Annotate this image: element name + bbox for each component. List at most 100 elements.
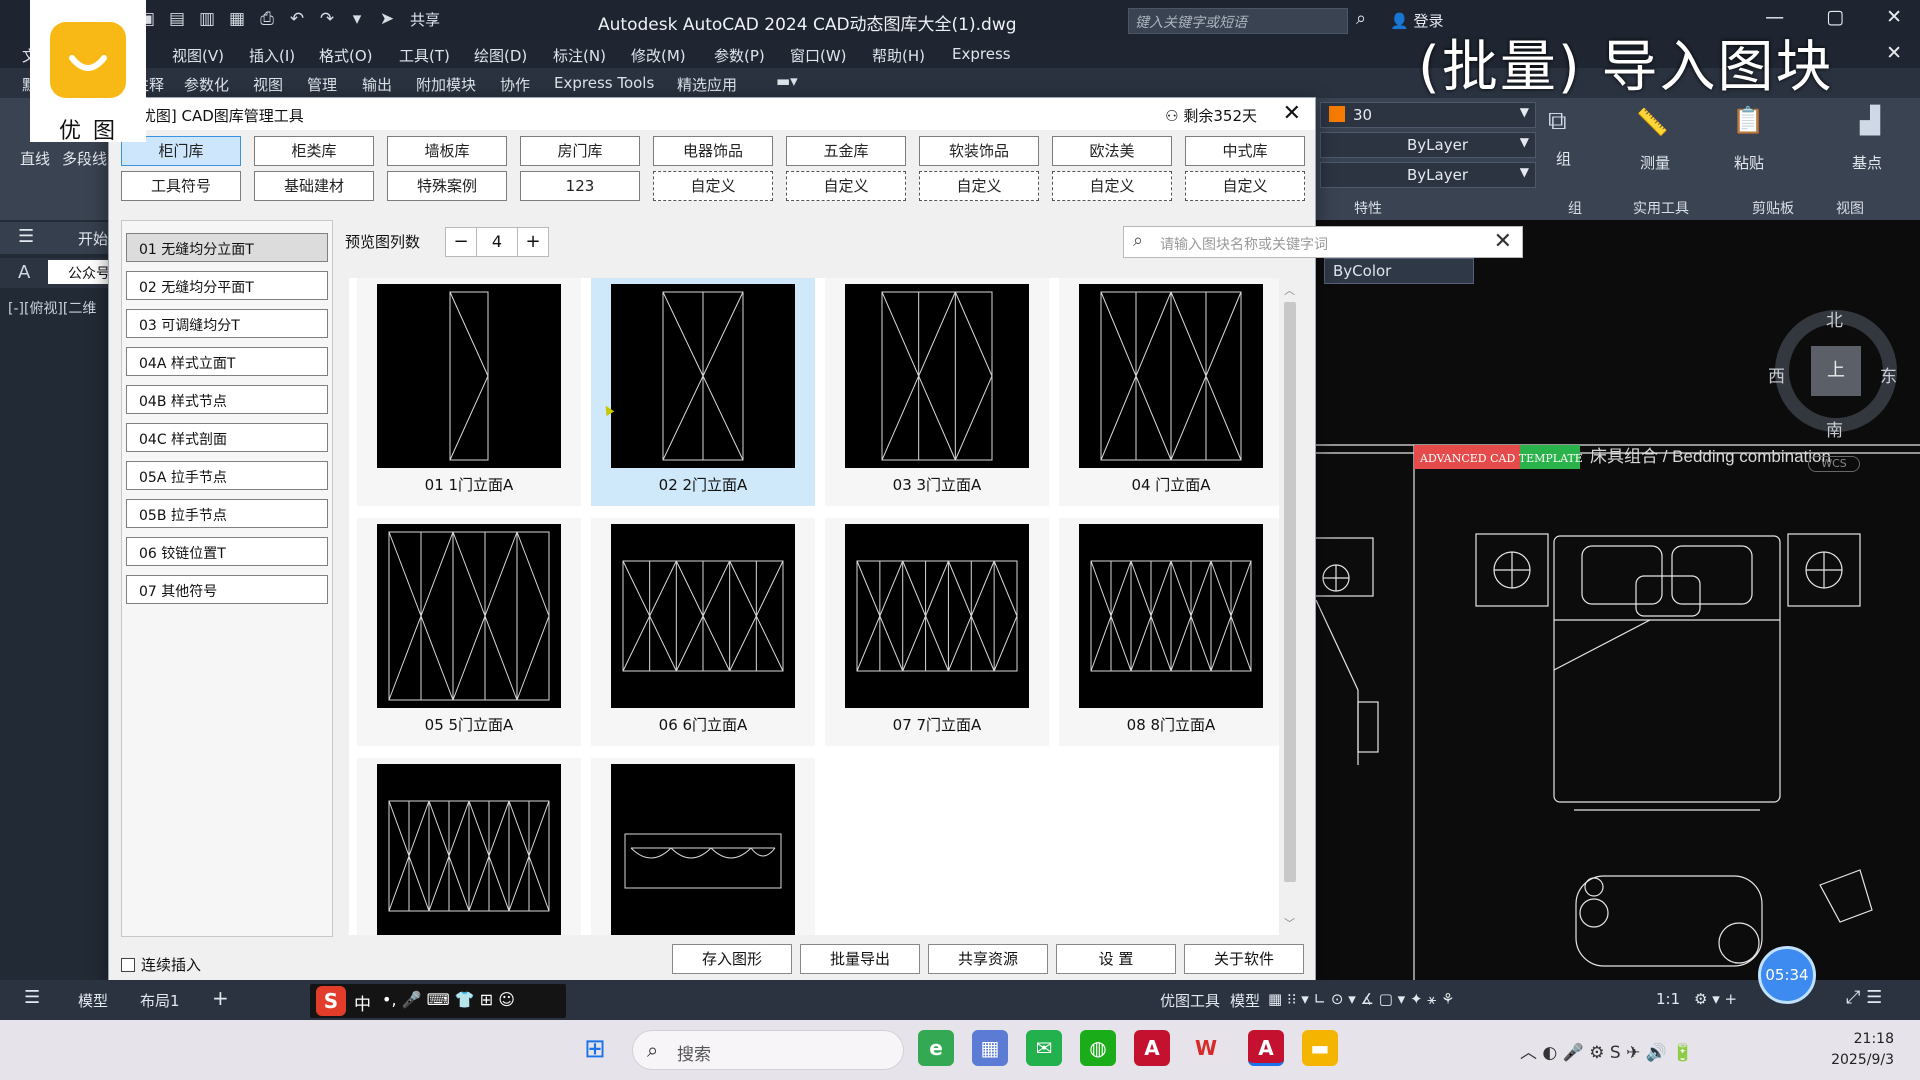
viewport-label[interactable]: [-][俯视][二维 [8, 298, 96, 318]
recording-timer[interactable]: 05:34 [1758, 946, 1816, 1004]
grid-scrollbar[interactable]: ︿ ﹀ [1279, 278, 1301, 935]
tray-icons[interactable]: ︿ ◐ 🎤 ⚙ S ✈ 🔊 🔋 [1520, 1038, 1693, 1063]
autocad-active-icon[interactable]: A [1248, 1030, 1284, 1066]
sogou-icon[interactable]: S [316, 986, 346, 1016]
menu-express[interactable]: Express [952, 45, 1011, 63]
tab-addins[interactable]: 附加模块 [416, 74, 476, 95]
category-item[interactable]: 05B 拉手节点 [126, 499, 328, 528]
library-tab-2-2[interactable]: 基础建材 [254, 171, 374, 201]
category-item[interactable]: 04A 样式立面T [126, 347, 328, 376]
group-group[interactable]: 组 [1568, 198, 1582, 218]
group-utilities[interactable]: 实用工具 [1633, 198, 1689, 218]
wcs-menu[interactable]: WCS [1808, 456, 1860, 472]
polyline-tool[interactable]: 多段线 [62, 148, 107, 169]
menu-draw[interactable]: 绘图(D) [474, 45, 527, 66]
calculator-icon[interactable]: ▦ [972, 1030, 1008, 1066]
layout1-tab[interactable]: 布局1 [140, 990, 180, 1011]
taskbar-clock[interactable]: 21:18 2025/9/3 [1831, 1029, 1894, 1071]
block-tile[interactable] [591, 758, 815, 935]
customize-icon[interactable]: ⤢ ☰ [1846, 987, 1882, 1008]
keyword-search-input[interactable]: 键入关键字或短语 [1128, 8, 1348, 34]
close-icon[interactable]: ✕ [1886, 42, 1902, 64]
tab-output[interactable]: 输出 [362, 74, 392, 95]
menu-help[interactable]: 帮助(H) [872, 45, 925, 66]
hamburger-icon[interactable]: ☰ [24, 987, 40, 1008]
category-item[interactable]: 05A 拉手节点 [126, 461, 328, 490]
text-style-icon[interactable]: A [18, 262, 30, 283]
category-item[interactable]: 04C 样式剖面 [126, 423, 328, 452]
group-icon[interactable]: ⧉ [1548, 106, 1567, 137]
base-point-icon[interactable]: ▟ [1860, 106, 1880, 136]
close-icon[interactable]: ✕ [1886, 6, 1902, 28]
block-tile[interactable]: 04 门立面A [1059, 278, 1279, 506]
wps-icon[interactable]: W [1188, 1030, 1224, 1066]
columns-increment-button[interactable]: + [517, 227, 549, 257]
menu-insert[interactable]: 插入(I) [249, 45, 295, 66]
scroll-down-icon[interactable]: ﹀ [1284, 915, 1295, 931]
taskbar-search[interactable]: ⌕ 搜索 [632, 1030, 904, 1070]
library-tab-2-9[interactable]: 自定义 [1185, 171, 1305, 201]
compass-south[interactable]: 南 [1826, 416, 1843, 441]
menu-tools[interactable]: 工具(T) [399, 45, 450, 66]
model-layout-tab[interactable]: 模型 [78, 990, 108, 1011]
line-tool[interactable]: 直线 [20, 148, 50, 169]
about-button[interactable]: 关于软件 [1184, 944, 1304, 974]
windows-start-icon[interactable]: ⊞ [584, 1034, 606, 1064]
library-tab-2-4[interactable]: 123 [520, 171, 640, 201]
library-tab-2-6[interactable]: 自定义 [786, 171, 906, 201]
tab-collaborate[interactable]: 协作 [500, 74, 530, 95]
block-tile[interactable]: 06 6门立面A [591, 518, 815, 746]
undo-icon[interactable]: ↶ [286, 8, 308, 30]
block-tile[interactable]: 03 3门立面A [825, 278, 1049, 506]
compass-west[interactable]: 西 [1768, 362, 1785, 387]
search-icon[interactable]: ⌕ [1356, 8, 1366, 29]
library-tab-2-8[interactable]: 自定义 [1052, 171, 1172, 201]
category-item[interactable]: 02 无缝均分平面T [126, 271, 328, 300]
tab-express-tools[interactable]: Express Tools [554, 74, 654, 92]
category-item[interactable]: 03 可调缝均分T [126, 309, 328, 338]
library-tab-1-6[interactable]: 五金库 [786, 136, 906, 166]
block-tile[interactable] [357, 758, 581, 935]
open-icon[interactable]: ▥ [196, 8, 218, 30]
save-to-drawing-button[interactable]: 存入图形 [672, 944, 792, 974]
paste-icon[interactable]: 📋 [1732, 106, 1764, 136]
block-search-input[interactable]: ⌕ 请输入图块名称或关键字词 ✕ [1123, 226, 1523, 258]
category-item[interactable]: 06 铰链位置T [126, 537, 328, 566]
tab-parametric[interactable]: 参数化 [184, 74, 229, 95]
scroll-up-icon[interactable]: ︿ [1284, 282, 1295, 298]
menu-format[interactable]: 格式(O) [319, 45, 373, 66]
group-clipboard[interactable]: 剪贴板 [1752, 198, 1794, 218]
block-tile[interactable]: 02 2门立面A [591, 278, 815, 506]
save-as-icon[interactable]: ▤ [166, 8, 188, 30]
color-dropdown[interactable]: 30 ▼ [1320, 102, 1536, 128]
tab-overflow-icon[interactable]: ▬▾ [776, 72, 798, 90]
export-icon[interactable]: ▦ [226, 8, 248, 30]
group-properties[interactable]: 特性 [1354, 198, 1382, 218]
file-explorer-icon[interactable]: ▬ [1302, 1030, 1338, 1066]
scroll-thumb[interactable] [1284, 302, 1296, 882]
add-layout-button[interactable]: + [212, 986, 229, 1010]
print-icon[interactable]: ⎙ [256, 8, 278, 30]
menu-view[interactable]: 视图(V) [172, 45, 224, 66]
shared-resources-button[interactable]: 共享资源 [928, 944, 1048, 974]
columns-value[interactable]: 4 [476, 227, 518, 257]
block-tile[interactable]: 08 8门立面A [1059, 518, 1279, 746]
redo-icon[interactable]: ↷ [316, 8, 338, 30]
chevron-down-icon[interactable]: ▾ [346, 8, 368, 30]
grid-icon[interactable]: ▦ ⁝⁝ ▾ ∟ ⊙ ▾ ∡ ▢ ▾ ✦ ⚹ ⚘ [1268, 990, 1455, 1008]
settings-button[interactable]: 设 置 [1056, 944, 1176, 974]
category-item[interactable]: 01 无缝均分立面T [126, 233, 328, 262]
library-tab-1-4[interactable]: 房门库 [520, 136, 640, 166]
youtu-tools-button[interactable]: 优图工具 [1160, 990, 1220, 1011]
library-tab-2-3[interactable]: 特殊案例 [387, 171, 507, 201]
browser-icon[interactable]: e [918, 1030, 954, 1066]
model-space-button[interactable]: 模型 [1230, 990, 1260, 1011]
library-tab-1-9[interactable]: 中式库 [1185, 136, 1305, 166]
wechat-icon[interactable]: ◍ [1080, 1030, 1116, 1066]
menu-dimension[interactable]: 标注(N) [553, 45, 606, 66]
library-tab-2-1[interactable]: 工具符号 [121, 171, 241, 201]
category-item[interactable]: 04B 样式节点 [126, 385, 328, 414]
block-tile[interactable]: 01 1门立面A [357, 278, 581, 506]
library-tab-1-8[interactable]: 欧法美 [1052, 136, 1172, 166]
block-tile[interactable]: 05 5门立面A [357, 518, 581, 746]
